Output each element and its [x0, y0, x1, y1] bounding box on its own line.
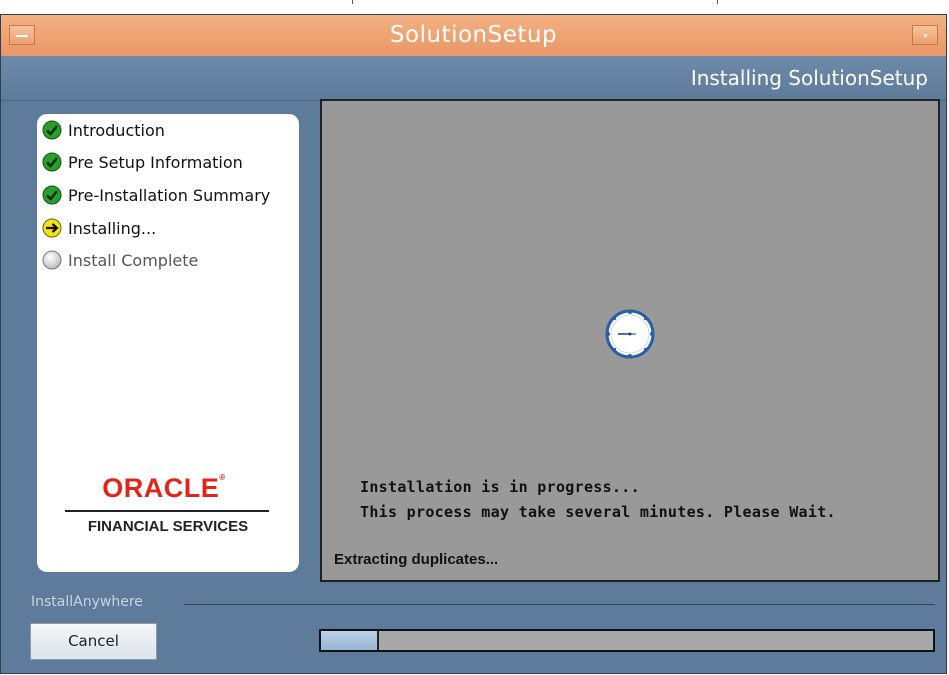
check-icon — [42, 185, 62, 205]
progress-message-line1: Installation is in progress... — [360, 478, 640, 496]
clock-spinner-icon — [604, 308, 656, 364]
step-pre-installation-summary: Pre-Installation Summary — [42, 184, 270, 206]
oracle-logo-text: ORACLE — [102, 473, 220, 503]
step-introduction: Introduction — [42, 119, 165, 141]
progress-bar — [319, 629, 935, 652]
footer-divider — [184, 604, 935, 605]
status-text: Extracting duplicates... — [334, 551, 499, 568]
cancel-button[interactable]: Cancel — [30, 623, 157, 660]
oracle-logo: ORACLE® — [102, 473, 226, 503]
check-icon — [42, 152, 62, 172]
check-icon — [42, 120, 62, 140]
step-label: Install Complete — [68, 250, 199, 270]
steps-panel: Introduction Pre Setup Information Pre-I… — [37, 114, 299, 572]
step-label: Pre-Installation Summary — [68, 185, 271, 205]
installer-window: SolutionSetup Installing SolutionSetup I… — [0, 14, 947, 674]
step-pre-setup-information: Pre Setup Information — [42, 151, 243, 173]
step-installing: Installing... — [42, 217, 156, 239]
header-band: Installing SolutionSetup — [1, 56, 946, 101]
step-label: Pre Setup Information — [68, 152, 243, 172]
logo-divider — [65, 510, 269, 512]
financial-services-label: FINANCIAL SERVICES — [87, 518, 249, 535]
arrow-right-icon — [42, 218, 62, 238]
title-bar[interactable]: SolutionSetup — [1, 15, 946, 57]
installanywhere-label: InstallAnywhere — [31, 594, 143, 610]
strip-tick — [717, 0, 718, 4]
step-install-complete: Install Complete — [42, 249, 198, 271]
strip-tick — [352, 0, 353, 4]
desktop-strip — [0, 0, 949, 14]
step-label: Installing... — [68, 218, 157, 238]
progress-bar-fill — [321, 631, 380, 650]
step-label: Introduction — [68, 120, 165, 140]
progress-message-line2: This process may take several minutes. P… — [360, 503, 836, 521]
circle-icon — [42, 250, 62, 270]
install-content-panel: Installation is in progress... This proc… — [320, 99, 940, 582]
step-header: Installing SolutionSetup — [690, 66, 928, 90]
window-title: SolutionSetup — [389, 22, 558, 48]
maximize-button[interactable] — [912, 25, 938, 45]
